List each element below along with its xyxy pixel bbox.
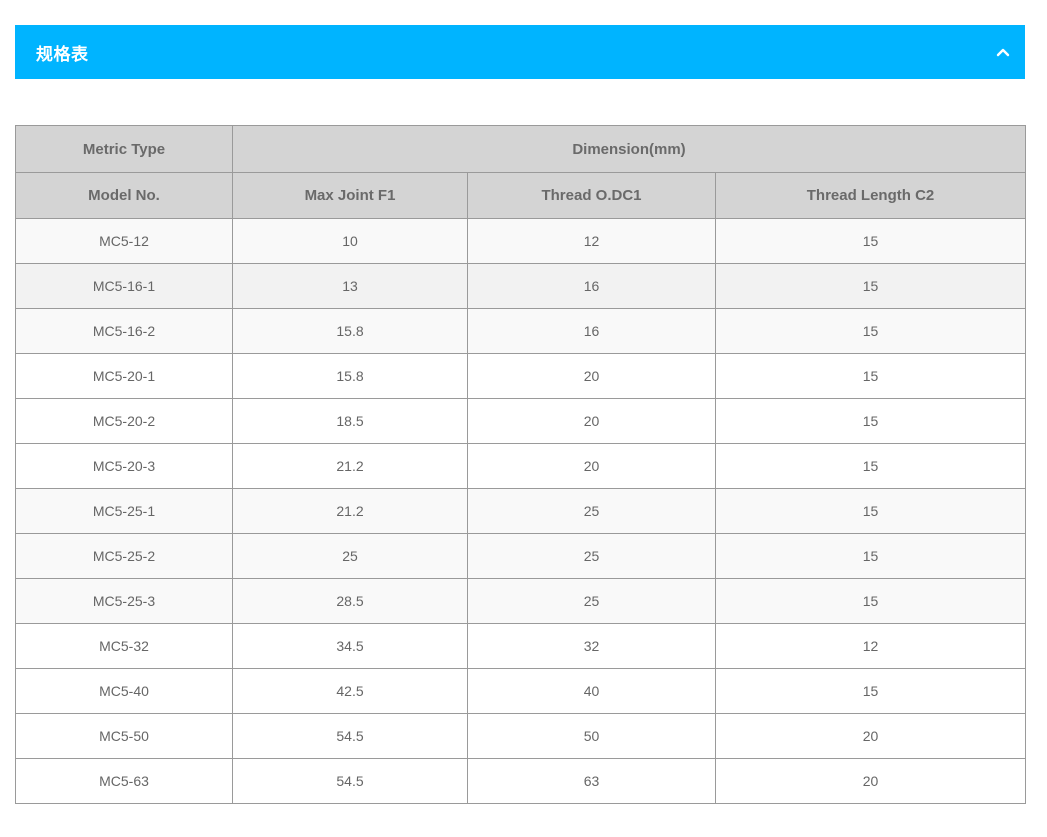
cell-thread-length-c2: 15 <box>714 578 1027 624</box>
cell-thread-odc1: 16 <box>467 308 716 354</box>
cell-thread-odc1: 40 <box>467 668 716 714</box>
dimension-header: Dimension(mm) <box>231 125 1027 173</box>
column-header-thread-length-c2: Thread Length C2 <box>714 172 1027 219</box>
cell-model-no: MC5-32 <box>15 623 233 669</box>
metric-type-header: Metric Type <box>15 125 233 173</box>
table-row: MC5-63 54.5 63 20 <box>15 758 1027 804</box>
cell-thread-odc1: 20 <box>467 353 716 399</box>
cell-thread-length-c2: 12 <box>714 623 1027 669</box>
cell-max-joint-f1: 10 <box>232 218 468 264</box>
cell-max-joint-f1: 42.5 <box>232 668 468 714</box>
cell-model-no: MC5-16-1 <box>15 263 233 309</box>
cell-thread-length-c2: 15 <box>714 263 1027 309</box>
spec-table: Metric Type Dimension(mm) Model No. Max … <box>15 125 1027 804</box>
cell-thread-odc1: 50 <box>467 713 716 759</box>
cell-model-no: MC5-25-3 <box>15 578 233 624</box>
cell-thread-odc1: 20 <box>467 398 716 444</box>
table-row: MC5-50 54.5 50 20 <box>15 713 1027 759</box>
cell-thread-odc1: 12 <box>467 218 716 264</box>
cell-thread-odc1: 16 <box>467 263 716 309</box>
chevron-up-icon[interactable] <box>995 44 1011 60</box>
table-row: MC5-25-2 25 25 15 <box>15 533 1027 579</box>
cell-model-no: MC5-25-1 <box>15 488 233 534</box>
cell-max-joint-f1: 13 <box>232 263 468 309</box>
column-header-model-no: Model No. <box>15 172 233 219</box>
cell-max-joint-f1: 21.2 <box>232 488 468 534</box>
cell-max-joint-f1: 18.5 <box>232 398 468 444</box>
table-row: MC5-20-1 15.8 20 15 <box>15 353 1027 399</box>
cell-model-no: MC5-12 <box>15 218 233 264</box>
cell-max-joint-f1: 15.8 <box>232 308 468 354</box>
table-body: MC5-12 10 12 15 MC5-16-1 13 16 15 MC5-16-2 15.8 16… <box>15 218 1027 804</box>
cell-thread-odc1: 63 <box>467 758 716 804</box>
cell-max-joint-f1: 21.2 <box>232 443 468 489</box>
cell-max-joint-f1: 25 <box>232 533 468 579</box>
cell-max-joint-f1: 28.5 <box>232 578 468 624</box>
accordion-title: 规格表 <box>36 44 89 65</box>
cell-thread-length-c2: 20 <box>714 713 1027 759</box>
cell-max-joint-f1: 34.5 <box>232 623 468 669</box>
table-row: MC5-32 34.5 32 12 <box>15 623 1027 669</box>
table-row: MC5-25-3 28.5 25 15 <box>15 578 1027 624</box>
cell-thread-length-c2: 15 <box>714 218 1027 264</box>
column-header-max-joint-f1: Max Joint F1 <box>232 172 468 219</box>
cell-thread-odc1: 25 <box>467 488 716 534</box>
cell-thread-length-c2: 15 <box>714 443 1027 489</box>
cell-thread-length-c2: 15 <box>714 488 1027 534</box>
cell-thread-length-c2: 20 <box>714 758 1027 804</box>
cell-thread-length-c2: 15 <box>714 533 1027 579</box>
table-row: MC5-20-2 18.5 20 15 <box>15 398 1027 444</box>
table-row: MC5-20-3 21.2 20 15 <box>15 443 1027 489</box>
table-row: MC5-40 42.5 40 15 <box>15 668 1027 714</box>
table-column-header-row: Model No. Max Joint F1 Thread O.DC1 Thre… <box>15 172 1027 219</box>
cell-thread-odc1: 25 <box>467 578 716 624</box>
cell-thread-odc1: 20 <box>467 443 716 489</box>
table-row: MC5-16-2 15.8 16 15 <box>15 308 1027 354</box>
cell-max-joint-f1: 15.8 <box>232 353 468 399</box>
cell-max-joint-f1: 54.5 <box>232 758 468 804</box>
cell-model-no: MC5-20-2 <box>15 398 233 444</box>
cell-thread-length-c2: 15 <box>714 353 1027 399</box>
cell-thread-length-c2: 15 <box>714 308 1027 354</box>
cell-model-no: MC5-25-2 <box>15 533 233 579</box>
cell-model-no: MC5-20-1 <box>15 353 233 399</box>
cell-model-no: MC5-50 <box>15 713 233 759</box>
table-row: MC5-12 10 12 15 <box>15 218 1027 264</box>
cell-max-joint-f1: 54.5 <box>232 713 468 759</box>
cell-model-no: MC5-20-3 <box>15 443 233 489</box>
cell-thread-odc1: 25 <box>467 533 716 579</box>
cell-thread-odc1: 32 <box>467 623 716 669</box>
cell-thread-length-c2: 15 <box>714 398 1027 444</box>
spec-accordion-header[interactable]: 规格表 <box>15 25 1025 79</box>
cell-thread-length-c2: 15 <box>714 668 1027 714</box>
table-row: MC5-16-1 13 16 15 <box>15 263 1027 309</box>
table-row: MC5-25-1 21.2 25 15 <box>15 488 1027 534</box>
cell-model-no: MC5-63 <box>15 758 233 804</box>
column-header-thread-odc1: Thread O.DC1 <box>467 172 716 219</box>
cell-model-no: MC5-40 <box>15 668 233 714</box>
cell-model-no: MC5-16-2 <box>15 308 233 354</box>
table-group-header-row: Metric Type Dimension(mm) <box>15 125 1027 173</box>
